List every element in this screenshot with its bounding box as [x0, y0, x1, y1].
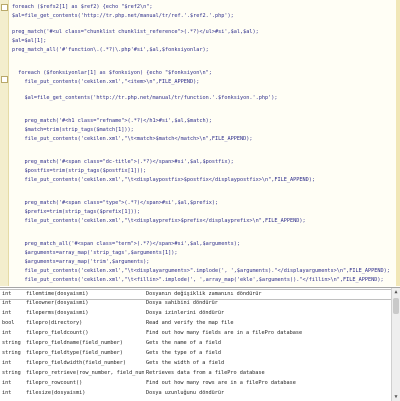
autocomplete-item[interactable]: string filepro_fieldtype(field_number) Get… [0, 349, 392, 358]
autocomplete-item-signature: fileowner(dosyaismi) [26, 300, 89, 306]
autocomplete-item[interactable]: string filepro_retrieve(row_number, field… [0, 369, 392, 378]
autocomplete-item-type: int [2, 390, 12, 396]
code-line[interactable]: foreach ($refs2[1] as $ref2) {echo "$ref… [12, 3, 394, 12]
autocomplete-item-type: int [2, 380, 12, 386]
code-line[interactable] [12, 21, 394, 28]
code-lines[interactable]: foreach ($refs2[1] as $ref2) {echo "$ref… [12, 3, 394, 285]
code-line[interactable]: $arguments=array_map('trim',$arguments); [12, 258, 394, 267]
code-line[interactable]: foreach ($fonksiyonlar[1] as $fonksiyon)… [12, 69, 394, 78]
code-editor[interactable]: foreach ($refs2[1] as $ref2) {echo "$ref… [0, 0, 400, 286]
code-line[interactable] [12, 55, 394, 62]
scroll-down-arrow-icon[interactable]: ▼ [393, 394, 399, 400]
code-line[interactable]: file_put_contents('cekilen.xml',"\t<disp… [12, 267, 394, 276]
autocomplete-item-signature: filemtime(dosyaismi) [26, 291, 89, 297]
code-line[interactable]: $postfix=trim(strip_tags($postfix[1])); [12, 167, 394, 176]
autocomplete-item[interactable]: int filepro_fieldwidth(field_number) Gets … [0, 359, 392, 368]
autocomplete-item-description: Dosya sahibini döndürür [146, 300, 218, 306]
scroll-up-arrow-icon[interactable]: ▲ [393, 289, 399, 295]
code-line[interactable]: $match=trim(strip_tags($match[1])); [12, 126, 394, 135]
editor-right-rail [396, 0, 400, 286]
code-line[interactable]: preg_match('#<h1 class="refname">(.*?)</… [12, 117, 394, 126]
autocomplete-item-type: int [2, 300, 12, 306]
autocomplete-item-description: Dosyanın değişiklik zamanını döndürür [146, 291, 262, 297]
code-line[interactable]: file_put_contents('cekilen.xml',"\t<disp… [12, 176, 394, 185]
code-line[interactable]: $prefix=trim(strip_tags($prefix[1])); [12, 208, 394, 217]
autocomplete-item-description: Gets the type of a field [146, 350, 221, 356]
autocomplete-item-signature: filepro_fieldcount() [26, 330, 89, 336]
autocomplete-item-signature: filepro_fieldtype(field_number) [26, 350, 123, 356]
autocomplete-item-signature: filepro_fieldwidth(field_number) [26, 360, 126, 366]
autocomplete-item-description: Dosya izinlerini döndürür [146, 310, 225, 316]
autocomplete-item[interactable]: int filepro_fieldcount() Find out how many… [0, 329, 392, 338]
autocomplete-item-description: Find out how many rows are in a filePro … [146, 380, 296, 386]
autocomplete-item-type: bool [2, 320, 15, 326]
code-line[interactable] [12, 103, 394, 110]
autocomplete-item[interactable]: int fileperms(dosyaismi) Dosya izinlerini … [0, 309, 392, 318]
autocomplete-item-description: Gets the width of a field [146, 360, 225, 366]
autocomplete-scrollbar[interactable]: ▲ ▼ [391, 288, 400, 401]
autocomplete-item-description: Read and verify the map file [146, 320, 234, 326]
code-line[interactable]: file_put_contents('cekilen.xml',"\t<disp… [12, 217, 394, 226]
autocomplete-item-signature: filepro(directory) [26, 320, 83, 326]
autocomplete-item-description: Retrieves data from a filePro database [146, 370, 265, 376]
autocomplete-item-signature: filepro_retrieve(row_number, field_numbe… [26, 370, 144, 376]
autocomplete-item-signature: filepro_fieldname(field_number) [26, 340, 123, 346]
code-line[interactable]: preg_match_all('#<span class="term">(.*?… [12, 240, 394, 249]
code-line[interactable]: file_put_contents('cekilen.xml',"\t<matc… [12, 135, 394, 144]
code-line[interactable] [12, 87, 394, 94]
autocomplete-item-signature: fileperms(dosyaismi) [26, 310, 89, 316]
code-line[interactable] [12, 144, 394, 151]
autocomplete-item[interactable]: int fileowner(dosyaismi) Dosya sahibini dö… [0, 299, 392, 308]
code-line[interactable]: preg_match('#<span class="dc-title">(.*?… [12, 158, 394, 167]
autocomplete-item-signature: filepro_rowcount() [26, 380, 83, 386]
autocomplete-item-type: int [2, 291, 12, 297]
code-line[interactable] [12, 110, 394, 117]
code-line[interactable] [12, 62, 394, 69]
autocomplete-item-type: int [2, 360, 12, 366]
autocomplete-item[interactable]: int filepro_rowcount() Find out how many r… [0, 379, 392, 388]
autocomplete-item-type: int [2, 330, 12, 336]
autocomplete-item-description: Find out how many fields are in a filePr… [146, 330, 303, 336]
code-line[interactable]: preg_match('#<span class="type">(.*?)</s… [12, 199, 394, 208]
code-line[interactable]: $arguments=array_map('strip_tags',$argum… [12, 249, 394, 258]
code-line[interactable] [12, 226, 394, 233]
code-line[interactable]: preg_match('#<ul class="chunklist chunkl… [12, 28, 394, 37]
autocomplete-item-signature: filesize(dosyaismi) [26, 390, 86, 396]
autocomplete-item-type: int [2, 310, 12, 316]
editor-gutter [0, 0, 9, 286]
code-line[interactable]: preg_match_all('#'function\.(.*?)\.php'#… [12, 46, 394, 55]
autocomplete-item[interactable]: string filepro_fieldname(field_number) Get… [0, 339, 392, 348]
code-line[interactable]: $al=$al[1]; [12, 37, 394, 46]
code-line[interactable]: file_put_contents('cekilen.xml',"<item>\… [12, 78, 394, 87]
autocomplete-item-type: string [2, 370, 21, 376]
autocomplete-item[interactable]: int filesize(dosyaismi) Dosya uzunluğunu d… [0, 389, 392, 398]
scrollbar-thumb[interactable] [393, 298, 399, 314]
code-line[interactable]: $al=file_get_contents('http://tr.php.net… [12, 94, 394, 103]
code-line[interactable] [12, 192, 394, 199]
code-line[interactable] [12, 185, 394, 192]
autocomplete-item-type: string [2, 350, 21, 356]
fold-marker[interactable] [1, 4, 8, 11]
autocomplete-item-type: string [2, 340, 21, 346]
autocomplete-item-description: Gets the name of a field [146, 340, 221, 346]
code-line[interactable] [12, 233, 394, 240]
autocomplete-item-description: Dosya uzunluğunu döndürür [146, 390, 225, 396]
code-line[interactable]: $al=file_get_contents('http://tr.php.net… [12, 12, 394, 21]
fold-marker[interactable] [1, 76, 8, 83]
code-line[interactable] [12, 151, 394, 158]
autocomplete-item[interactable]: bool filepro(directory) Read and verify th… [0, 319, 392, 328]
autocomplete-popup[interactable]: int filemtime(dosyaismi) Dosyanın değişikl… [0, 287, 400, 401]
code-line[interactable]: file_put_contents('cekilen.xml',"\t<fill… [12, 276, 394, 285]
